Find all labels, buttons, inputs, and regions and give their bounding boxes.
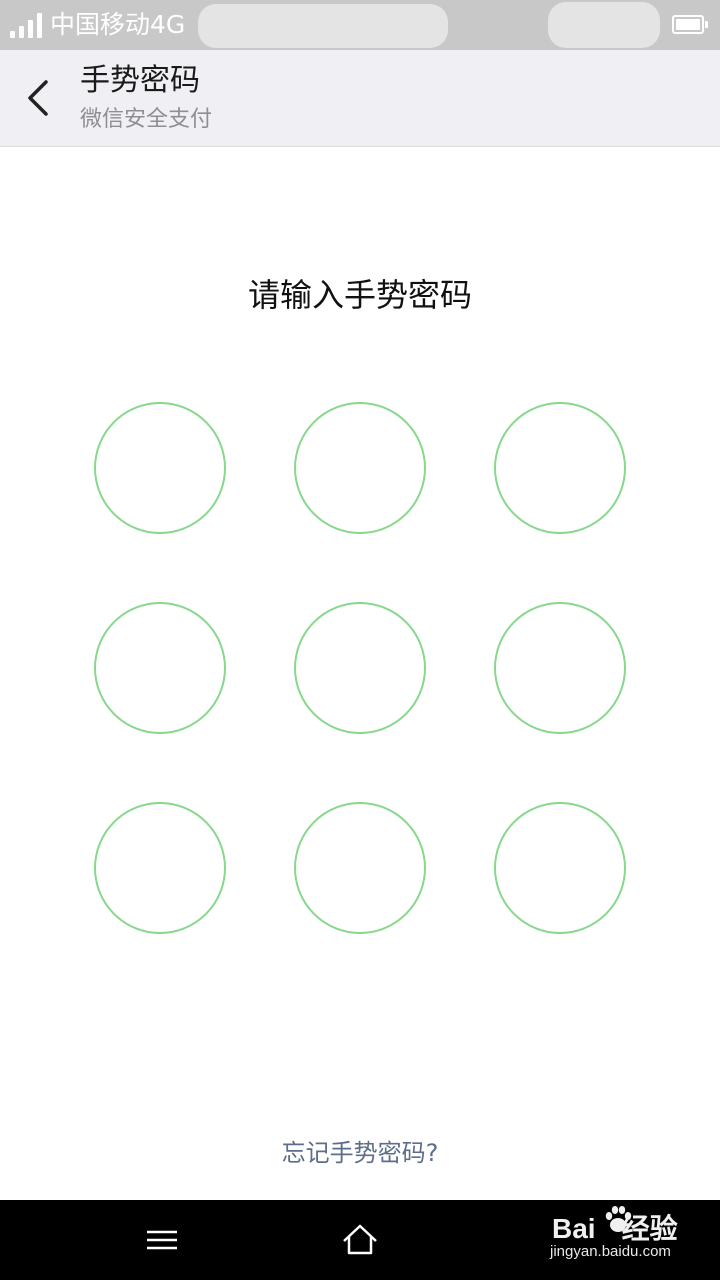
obscured-area <box>548 2 660 48</box>
chevron-left-icon <box>28 80 48 116</box>
app-screen: 中国移动4G 手势密码 微信安全支付 请输入手势密码 忘记手势密码? Bai 经… <box>0 0 720 1280</box>
obscured-area <box>198 4 448 48</box>
page-subtitle: 微信安全支付 <box>80 107 213 132</box>
gesture-node-4[interactable] <box>94 602 226 734</box>
carrier-name: 中国移动4G <box>50 10 186 39</box>
gesture-node-5[interactable] <box>294 602 426 734</box>
battery-level <box>676 19 700 30</box>
gesture-node-1[interactable] <box>94 402 226 534</box>
home-button[interactable] <box>340 1220 380 1260</box>
signal-bars-icon <box>10 12 44 38</box>
system-nav-bar <box>0 1200 720 1280</box>
gesture-node-2[interactable] <box>294 402 426 534</box>
gesture-node-7[interactable] <box>94 802 226 934</box>
page-title: 手势密码 <box>80 63 200 98</box>
gesture-node-8[interactable] <box>294 802 426 934</box>
gesture-node-3[interactable] <box>494 402 626 534</box>
battery-icon <box>672 15 708 34</box>
menu-icon <box>147 1230 177 1250</box>
gesture-node-6[interactable] <box>494 602 626 734</box>
menu-button[interactable] <box>142 1220 182 1260</box>
back-button[interactable] <box>18 74 62 122</box>
gesture-prompt: 请输入手势密码 <box>247 276 472 314</box>
header-bar: 手势密码 微信安全支付 <box>0 50 720 147</box>
gesture-node-9[interactable] <box>494 802 626 934</box>
status-bar: 中国移动4G <box>0 0 720 50</box>
forgot-gesture-link[interactable]: 忘记手势密码? <box>0 1136 720 1170</box>
gesture-pattern-grid <box>0 0 720 1280</box>
home-icon <box>343 1224 377 1255</box>
